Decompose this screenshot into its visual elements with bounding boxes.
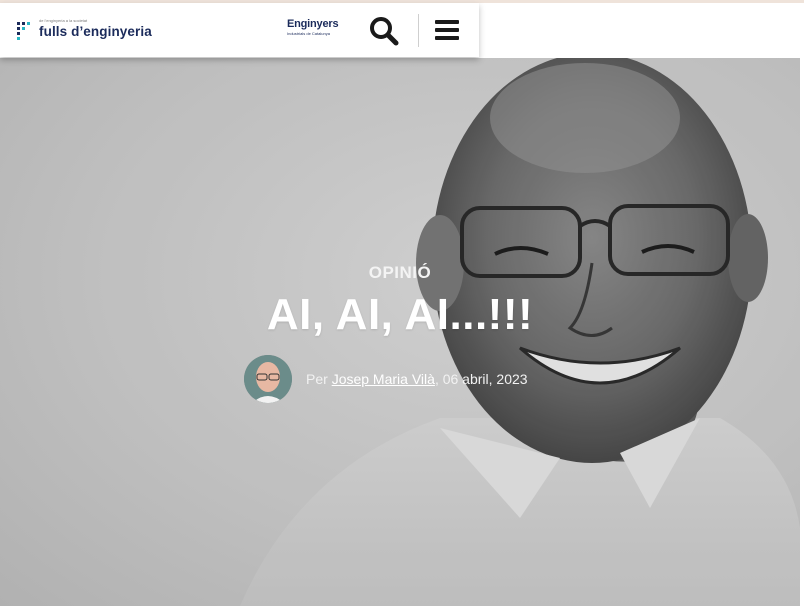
byline-prefix: Per <box>306 371 332 387</box>
search-button[interactable] <box>368 15 400 47</box>
author-link[interactable]: Josep Maria Vilà <box>332 371 435 387</box>
author-avatar[interactable] <box>244 355 292 403</box>
author-avatar-image <box>244 355 292 403</box>
partner-logo-main: Enginyers <box>287 18 339 30</box>
search-icon <box>370 17 399 46</box>
article-category[interactable]: OPINIÓ <box>0 263 800 283</box>
site-logo[interactable]: fulls d’enginyeria <box>16 20 152 42</box>
publish-date: , 06 abril, 2023 <box>434 371 528 387</box>
byline-meta: Per Josep Maria Vilà, 06 abril, 2023 <box>306 371 528 387</box>
menu-button[interactable] <box>434 17 460 43</box>
logo-text: fulls d’enginyeria <box>39 23 152 39</box>
header-divider <box>418 14 419 47</box>
header-background-extension <box>479 3 801 58</box>
partner-logo-sub: Industrials de Catalunya <box>287 31 330 36</box>
fulls-logo-mark-icon <box>17 22 30 40</box>
logo-tagline: de l'enginyeria a la societat <box>39 18 88 23</box>
article-byline: Per Josep Maria Vilà, 06 abril, 2023 <box>244 355 664 403</box>
hero-banner: OPINIÓ AI, AI, AI...!!! Per Josep Maria … <box>0 58 800 606</box>
site-header: fulls d’enginyeria de l'enginyeria a la … <box>0 3 479 57</box>
partner-logo-enginyers[interactable]: Enginyers Industrials de Catalunya <box>287 18 345 44</box>
article-title: AI, AI, AI...!!! <box>266 290 534 339</box>
hamburger-menu-icon <box>435 20 459 40</box>
